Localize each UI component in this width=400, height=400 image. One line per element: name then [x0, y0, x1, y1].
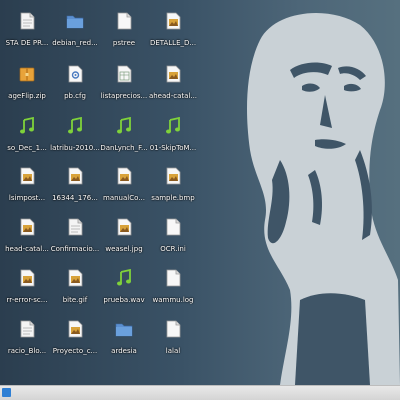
audio-file-icon	[115, 116, 133, 135]
document-icon	[18, 12, 36, 30]
desktop-icon[interactable]: sample.bmp	[142, 167, 204, 217]
image-file-icon	[18, 167, 36, 185]
desktop-icon[interactable]: OCR.ini	[142, 218, 204, 268]
audio-file-icon	[66, 116, 84, 135]
desktop-icon-label: ahead-catal...	[148, 92, 198, 100]
image-file-icon	[66, 320, 84, 338]
desktop-icon-label: wammu.log	[152, 296, 194, 304]
desktop-icon[interactable]: wammu.log	[142, 269, 204, 319]
document-icon	[18, 320, 36, 338]
desktop-icon[interactable]: 01-SkipToM...	[142, 116, 204, 167]
image-file-icon	[115, 167, 133, 185]
image-file-icon	[164, 65, 182, 83]
folder-icon	[115, 320, 133, 338]
text-file-icon	[164, 269, 182, 287]
image-file-icon	[115, 218, 133, 236]
audio-file-icon	[164, 116, 182, 135]
desktop-icon-label: 01-SkipToM...	[149, 144, 197, 152]
desktop-icon-label: lalal	[165, 347, 181, 355]
document-icon	[66, 218, 84, 236]
desktop-icon[interactable]: lalal	[142, 320, 204, 370]
text-file-icon	[164, 218, 182, 236]
start-menu-button[interactable]	[2, 388, 11, 397]
folder-icon	[66, 12, 84, 30]
image-file-icon	[66, 269, 84, 287]
spreadsheet-icon	[115, 65, 133, 83]
desktop-icon[interactable]: ahead-catal...	[142, 65, 204, 115]
wallpaper-portrait	[247, 12, 400, 385]
image-file-icon	[66, 167, 84, 185]
archive-icon	[18, 65, 36, 83]
desktop-icon-label: OCR.ini	[160, 245, 186, 253]
image-file-icon	[18, 269, 36, 287]
image-file-icon	[164, 12, 182, 30]
audio-file-icon	[115, 268, 133, 287]
image-file-icon	[18, 218, 36, 236]
taskbar	[0, 385, 400, 400]
audio-file-icon	[18, 116, 36, 135]
desktop-icon[interactable]: DETALLE_D...	[142, 12, 204, 62]
image-file-icon	[164, 167, 182, 185]
config-file-icon	[66, 65, 84, 83]
desktop-icon-label: sample.bmp	[151, 194, 195, 202]
desktop-icon-label: DETALLE_D...	[149, 39, 197, 47]
text-file-icon	[115, 12, 133, 30]
text-file-icon	[164, 320, 182, 338]
